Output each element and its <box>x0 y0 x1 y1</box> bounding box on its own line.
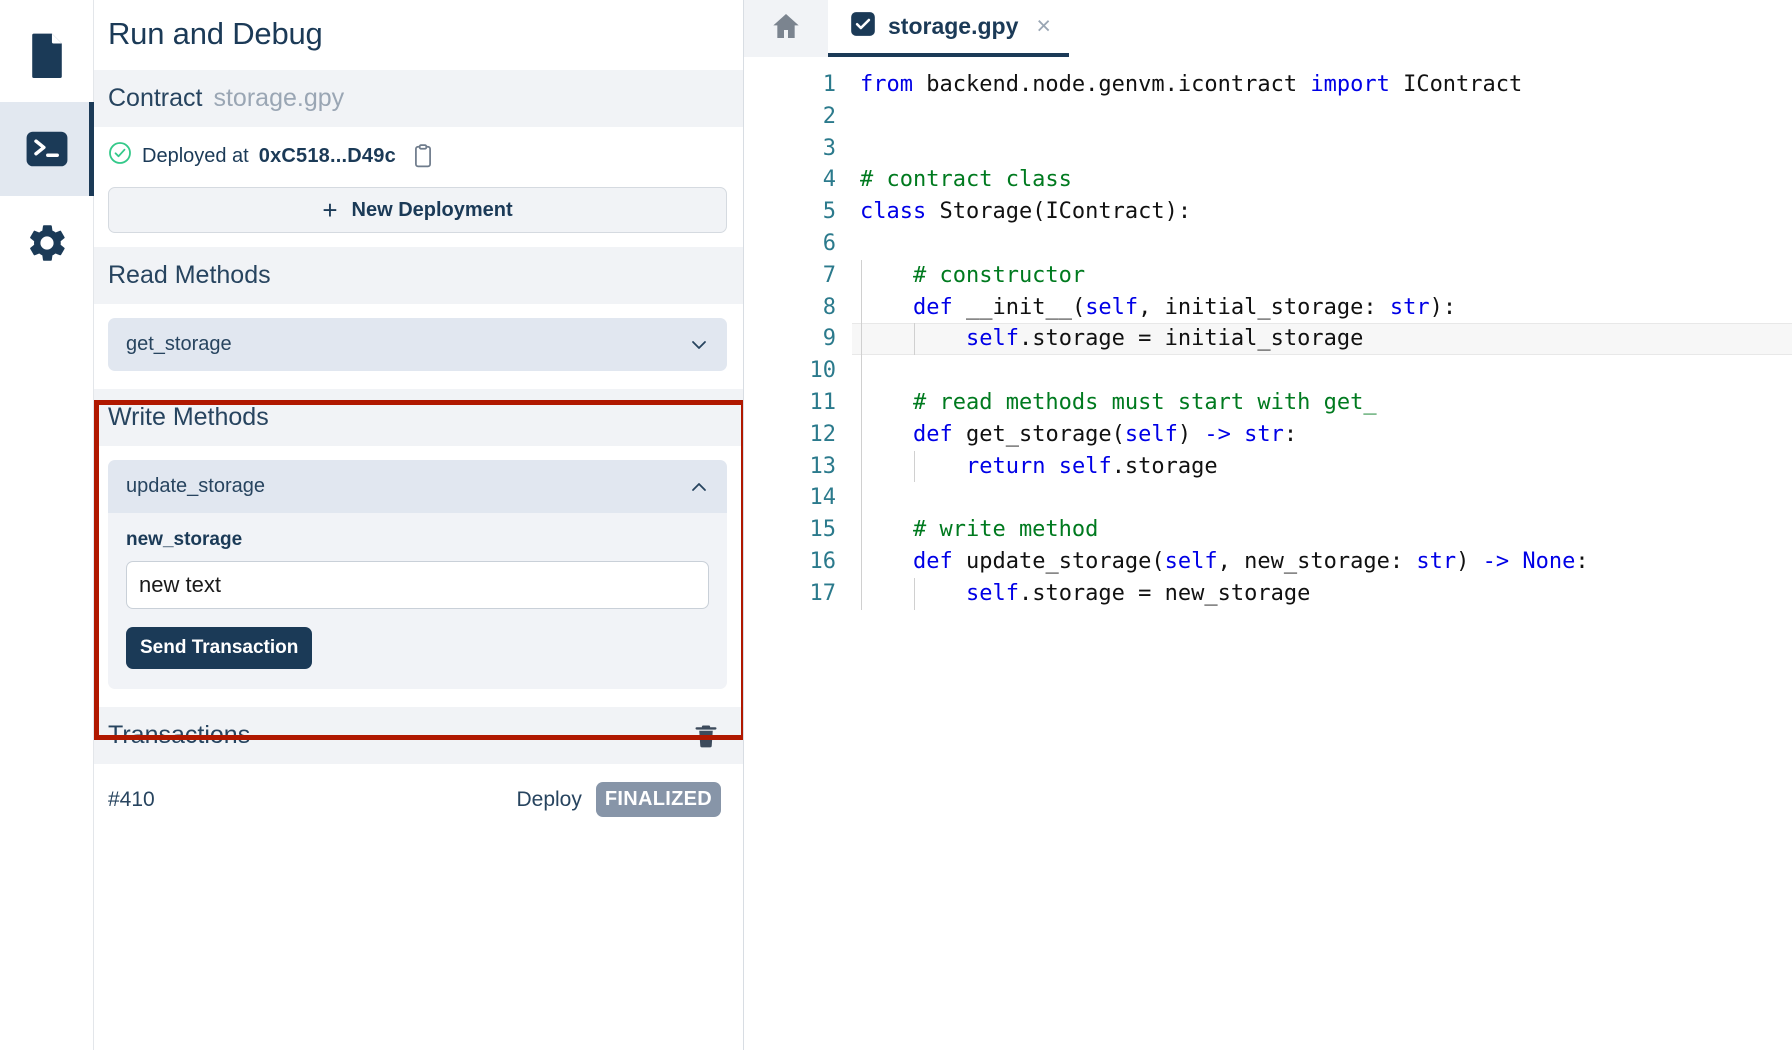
contract-section-header: Contract storage.gpy <box>94 70 743 127</box>
line-number: 9 <box>744 323 836 355</box>
activity-item-file-explorer[interactable] <box>0 8 94 102</box>
line-number: 8 <box>744 292 836 324</box>
read-method-select-get-storage[interactable]: get_storage <box>108 318 727 371</box>
status-badge: FINALIZED <box>596 782 721 817</box>
write-method-select-update-storage[interactable]: update_storage <box>108 460 727 513</box>
code-line[interactable]: class Storage(IContract): <box>852 196 1792 228</box>
code-line[interactable] <box>852 355 1792 387</box>
page-title: Run and Debug <box>94 0 743 70</box>
write-methods-label: Write Methods <box>108 403 269 432</box>
transactions-label: Transactions <box>108 721 250 750</box>
code-line[interactable] <box>852 482 1792 514</box>
run-and-debug-panel: Run and Debug Contract storage.gpy Deplo… <box>94 0 744 1050</box>
read-methods-header: Read Methods <box>94 247 743 304</box>
activity-item-run-and-debug[interactable] <box>0 102 94 196</box>
code-line[interactable]: def update_storage(self, new_storage: st… <box>852 546 1792 578</box>
chevron-up-icon <box>689 477 709 497</box>
new-deployment-label: New Deployment <box>352 199 513 222</box>
code-line[interactable]: self.storage = initial_storage <box>852 323 1792 355</box>
line-number: 15 <box>744 514 836 546</box>
app-root: Run and Debug Contract storage.gpy Deplo… <box>0 0 1792 1050</box>
editor-tabbar: storage.gpy × <box>744 0 1792 57</box>
tab-label: storage.gpy <box>888 13 1018 40</box>
code-line[interactable] <box>852 101 1792 133</box>
line-number: 17 <box>744 578 836 610</box>
new-storage-label: new_storage <box>126 529 709 551</box>
line-number-gutter: 1234567891011121314151617 <box>744 63 852 1050</box>
close-icon[interactable]: × <box>1036 12 1051 41</box>
checked-file-icon <box>850 11 876 42</box>
plus-icon: + <box>322 197 337 223</box>
line-number: 4 <box>744 164 836 196</box>
code-line[interactable]: # write method <box>852 514 1792 546</box>
write-method-form: new_storage Send Transaction <box>108 513 727 689</box>
code-editor[interactable]: 1234567891011121314151617 from backend.n… <box>744 57 1792 1050</box>
line-number: 1 <box>744 69 836 101</box>
deployment-status-row: Deployed at 0xC518...D49c <box>94 127 743 181</box>
transaction-id: #410 <box>108 788 155 812</box>
activity-bar <box>0 0 94 1050</box>
write-method-name: update_storage <box>126 475 265 498</box>
chevron-down-icon <box>689 335 709 355</box>
read-method-name: get_storage <box>126 333 232 356</box>
deployed-label: Deployed at <box>142 145 249 168</box>
line-number: 2 <box>744 101 836 133</box>
code-line[interactable]: def get_storage(self) -> str: <box>852 419 1792 451</box>
contract-file-name: storage.gpy <box>213 84 344 113</box>
code-content[interactable]: from backend.node.genvm.icontract import… <box>852 63 1792 1050</box>
table-row[interactable]: #410 Deploy FINALIZED <box>94 764 743 835</box>
write-methods-header: Write Methods <box>94 389 743 446</box>
code-line[interactable] <box>852 228 1792 260</box>
code-line[interactable]: self.storage = new_storage <box>852 578 1792 610</box>
code-line[interactable]: from backend.node.genvm.icontract import… <box>852 69 1792 101</box>
line-number: 7 <box>744 260 836 292</box>
home-icon <box>770 11 802 46</box>
code-line[interactable]: def __init__(self, initial_storage: str)… <box>852 292 1792 324</box>
check-circle-icon <box>108 141 132 171</box>
line-number: 5 <box>744 196 836 228</box>
code-line[interactable]: return self.storage <box>852 451 1792 483</box>
line-number: 14 <box>744 482 836 514</box>
line-number: 10 <box>744 355 836 387</box>
terminal-icon <box>25 127 69 171</box>
code-line[interactable]: # contract class <box>852 164 1792 196</box>
code-line[interactable] <box>852 133 1792 165</box>
read-methods-label: Read Methods <box>108 261 271 290</box>
send-transaction-button[interactable]: Send Transaction <box>126 627 312 669</box>
line-number: 3 <box>744 133 836 165</box>
code-line[interactable]: # constructor <box>852 260 1792 292</box>
line-number: 13 <box>744 451 836 483</box>
contract-address: 0xC518...D49c <box>259 145 396 168</box>
tab-storage-gpy[interactable]: storage.gpy × <box>828 0 1069 57</box>
code-line[interactable]: # read methods must start with get_ <box>852 387 1792 419</box>
clipboard-icon[interactable] <box>412 144 434 168</box>
trash-icon[interactable] <box>693 722 719 750</box>
line-number: 11 <box>744 387 836 419</box>
gear-icon <box>25 221 69 265</box>
transactions-header: Transactions <box>94 707 743 764</box>
new-storage-input[interactable] <box>126 561 709 609</box>
editor-pane: storage.gpy × 1234567891011121314151617 … <box>744 0 1792 1050</box>
line-number: 6 <box>744 228 836 260</box>
transaction-type: Deploy <box>516 788 581 812</box>
document-icon <box>27 32 67 78</box>
line-number: 12 <box>744 419 836 451</box>
activity-item-settings[interactable] <box>0 196 94 290</box>
contract-label: Contract <box>108 84 202 113</box>
home-tab[interactable] <box>744 0 828 57</box>
line-number: 16 <box>744 546 836 578</box>
new-deployment-button[interactable]: + New Deployment <box>108 187 727 233</box>
